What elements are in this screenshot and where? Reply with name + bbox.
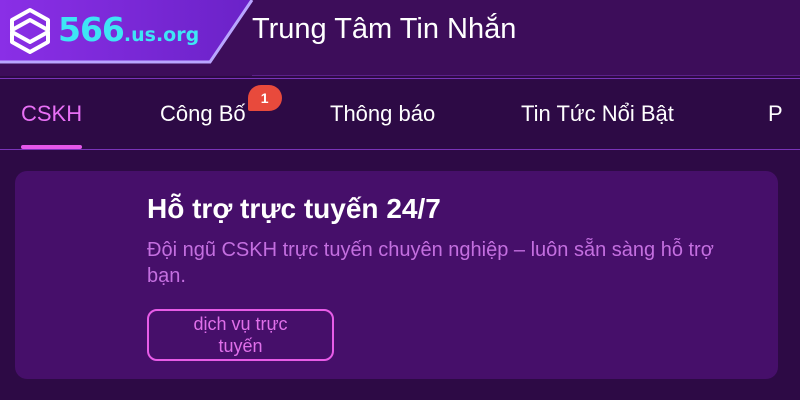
tab-label: P [768, 101, 783, 126]
card-description: Đội ngũ CSKH trực tuyến chuyên nghiệp – … [147, 239, 714, 287]
header-bar: 566.us.org Trung Tâm Tin Nhắn [0, 0, 800, 76]
tab-cong-bo[interactable]: Công Bố 1 [160, 79, 282, 149]
tab-label: Công Bố [160, 101, 246, 126]
logo-domain: .us.org [123, 24, 200, 46]
online-service-button[interactable]: dịch vụ trực tuyến [147, 309, 334, 361]
tab-label: Thông báo [330, 101, 436, 126]
message-center-app: 566.us.org Trung Tâm Tin Nhắn CSKH Công … [0, 0, 800, 400]
support-card: Hỗ trợ trực tuyến 24/7 Đội ngũ CSKH trực… [15, 171, 778, 379]
logo-wordmark[interactable]: 566.us.org [58, 10, 199, 49]
active-tab-indicator [21, 145, 83, 149]
tab-bar: CSKH Công Bố 1 Thông báo Tin Tức Nổi Bật… [0, 78, 800, 150]
tab-thong-bao[interactable]: Thông báo [330, 79, 435, 149]
tab-cskh[interactable]: CSKH [21, 79, 83, 149]
notification-badge: 1 [247, 85, 282, 111]
logo-number: 566 [58, 10, 125, 49]
tab-tin-tuc-noi-bat[interactable]: Tin Tức Nổi Bật [521, 79, 674, 149]
tab-more[interactable]: P [768, 79, 783, 149]
page-title: Trung Tâm Tin Nhắn [252, 13, 517, 45]
card-title: Hỗ trợ trực tuyến 24/7 [147, 193, 441, 224]
tab-label: CSKH [21, 101, 83, 126]
tab-label: Tin Tức Nổi Bật [521, 101, 674, 126]
logo-icon [10, 8, 50, 54]
